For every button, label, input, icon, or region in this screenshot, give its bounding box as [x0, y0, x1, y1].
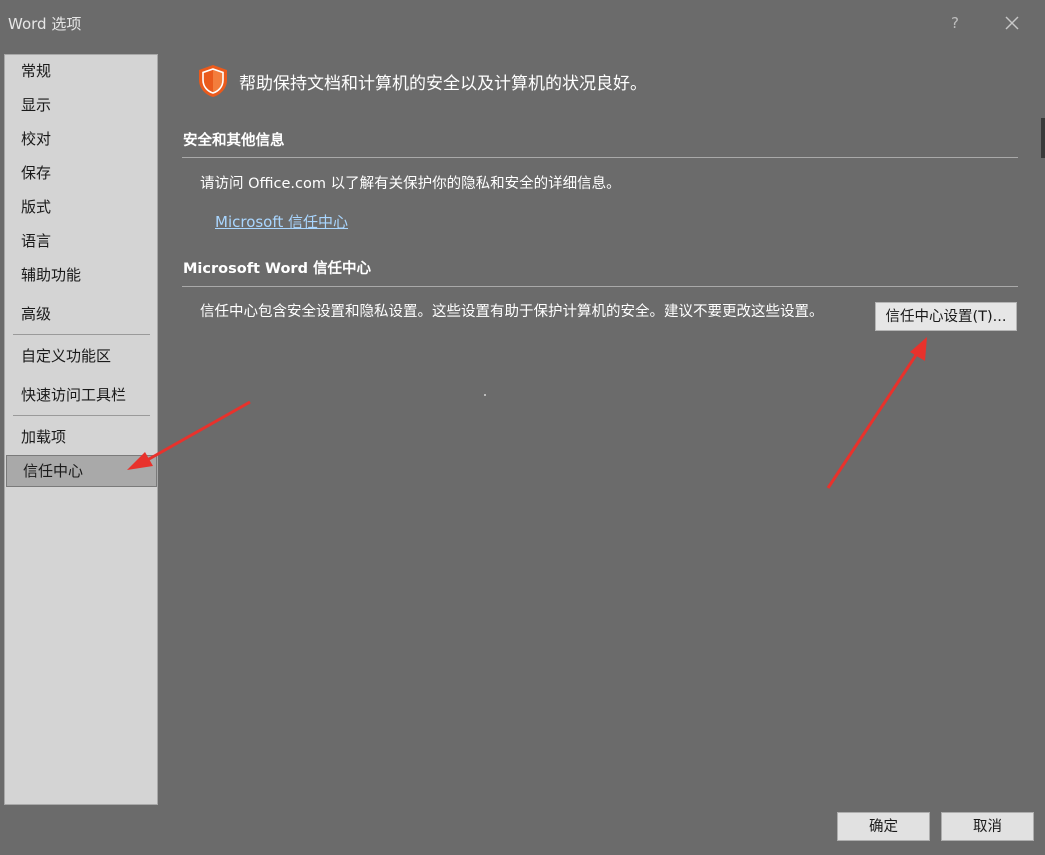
stray-pixel — [484, 394, 486, 396]
section-divider — [182, 157, 1018, 158]
options-sidebar: 常规 显示 校对 保存 版式 语言 辅助功能 高级 自定义功能区 快速访问工具栏… — [4, 54, 158, 805]
dialog-title: Word 选项 — [8, 15, 82, 33]
cancel-button[interactable]: 取消 — [941, 812, 1034, 841]
microsoft-trust-center-link[interactable]: Microsoft 信任中心 — [215, 211, 348, 232]
trust-center-settings-button[interactable]: 信任中心设置(T)... — [875, 302, 1017, 331]
trust-center-section-title: Microsoft Word 信任中心 — [183, 261, 372, 277]
sidebar-item-display[interactable]: 显示 — [5, 89, 157, 121]
privacy-info-text: 请访问 Office.com 以了解有关保护你的隐私和安全的详细信息。 — [200, 176, 621, 192]
sidebar-item-language[interactable]: 语言 — [5, 225, 157, 257]
sidebar-separator — [13, 415, 150, 416]
window-edge-shadow — [1041, 118, 1045, 158]
word-options-dialog: Word 选项 ? 常规 显示 校对 保存 版式 语言 辅助功能 高级 自定义功… — [0, 0, 1045, 855]
sidebar-item-trust-center[interactable]: 信任中心 — [6, 455, 157, 487]
sidebar-item-accessibility[interactable]: 辅助功能 — [5, 259, 157, 291]
shield-icon — [199, 65, 227, 97]
ok-button[interactable]: 确定 — [837, 812, 930, 841]
trust-center-description: 信任中心包含安全设置和隐私设置。这些设置有助于保护计算机的安全。建议不要更改这些… — [200, 304, 824, 320]
close-button[interactable] — [1000, 11, 1024, 35]
privacy-section-title: 安全和其他信息 — [183, 133, 285, 149]
sidebar-item-customize-ribbon[interactable]: 自定义功能区 — [5, 340, 157, 372]
sidebar-item-proofing[interactable]: 校对 — [5, 123, 157, 155]
sidebar-separator — [13, 334, 150, 335]
trust-center-header: 帮助保持文档和计算机的安全以及计算机的状况良好。 — [239, 74, 647, 94]
section-divider — [182, 286, 1018, 287]
sidebar-item-general[interactable]: 常规 — [5, 55, 157, 87]
sidebar-item-advanced[interactable]: 高级 — [5, 298, 157, 330]
close-icon — [1005, 16, 1019, 30]
sidebar-item-quick-access-toolbar[interactable]: 快速访问工具栏 — [5, 379, 157, 411]
sidebar-item-save[interactable]: 保存 — [5, 157, 157, 189]
sidebar-item-add-ins[interactable]: 加载项 — [5, 421, 157, 453]
title-bar: Word 选项 ? — [0, 0, 1045, 46]
help-button[interactable]: ? — [945, 12, 965, 34]
sidebar-item-layout[interactable]: 版式 — [5, 191, 157, 223]
annotation-arrow-to-settings-button — [826, 337, 927, 489]
